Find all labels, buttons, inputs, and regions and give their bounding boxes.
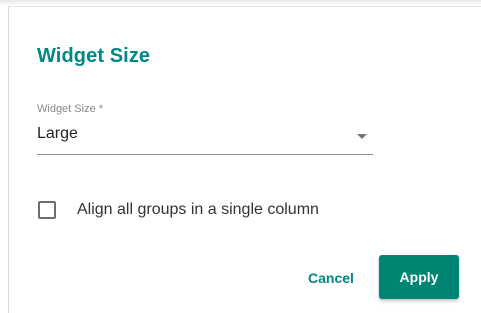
align-groups-checkbox[interactable] xyxy=(38,201,56,219)
widget-size-select[interactable]: Widget Size * Large xyxy=(37,103,373,159)
widget-size-dialog: Widget Size Widget Size * Large Align al… xyxy=(8,6,481,313)
cancel-button[interactable]: Cancel xyxy=(295,260,367,296)
select-underline xyxy=(37,154,373,155)
align-groups-option[interactable]: Align all groups in a single column xyxy=(37,197,397,223)
widget-size-label: Widget Size * xyxy=(37,103,104,115)
apply-button[interactable]: Apply xyxy=(379,255,459,299)
align-groups-label[interactable]: Align all groups in a single column xyxy=(77,201,319,219)
widget-size-value: Large xyxy=(37,125,78,142)
dropdown-arrow-icon[interactable] xyxy=(357,134,367,140)
dialog-title: Widget Size xyxy=(37,45,151,67)
